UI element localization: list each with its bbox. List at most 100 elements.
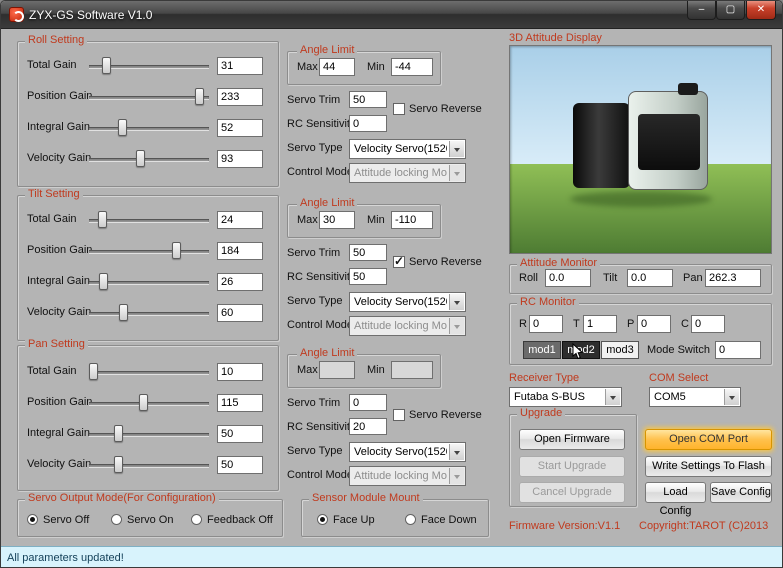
- com-select-combo[interactable]: COM5: [649, 387, 741, 407]
- roll-integral-gain-label: Integral Gain: [27, 121, 90, 133]
- write-settings-to-flash-button[interactable]: Write Settings To Flash: [645, 456, 772, 477]
- roll-integral-gain-slider[interactable]: [87, 119, 211, 137]
- servo-off-radio[interactable]: [27, 514, 38, 525]
- tilt-angle-max-field[interactable]: [319, 211, 355, 229]
- tilt-servo-trim-field[interactable]: [349, 244, 387, 261]
- pan-position-gain-value[interactable]: [217, 394, 263, 412]
- slider-track[interactable]: [89, 158, 209, 161]
- pan-servo-trim-field[interactable]: [349, 394, 387, 411]
- tilt-servo-reverse-checkbox[interactable]: [393, 256, 405, 268]
- face-up-radio[interactable]: [317, 514, 328, 525]
- roll-angle-min-field[interactable]: [391, 58, 433, 76]
- pan-position-gain-slider[interactable]: [87, 394, 211, 412]
- rc-monitor-title: RC Monitor: [517, 296, 579, 308]
- rc-channel-r-field: [529, 315, 563, 333]
- roll-servo-reverse-checkbox[interactable]: [393, 103, 405, 115]
- tilt-position-gain-slider[interactable]: [87, 242, 211, 260]
- open-firmware-button[interactable]: Open Firmware: [519, 429, 625, 450]
- close-button[interactable]: ✕: [746, 1, 776, 20]
- mod1-button[interactable]: mod1: [523, 341, 561, 359]
- roll-velocity-gain-slider[interactable]: [87, 150, 211, 168]
- slider-thumb[interactable]: [114, 456, 123, 473]
- slider-track[interactable]: [89, 433, 209, 436]
- roll-rc-sensitivity-field[interactable]: [349, 115, 387, 132]
- dropdown-arrow-icon[interactable]: [449, 294, 464, 310]
- slider-track[interactable]: [89, 250, 209, 253]
- load-config-button[interactable]: Load Config: [645, 482, 706, 503]
- pan-integral-gain-slider[interactable]: [87, 425, 211, 443]
- slider-track[interactable]: [89, 312, 209, 315]
- save-config-button[interactable]: Save Config: [710, 482, 772, 503]
- pan-integral-gain-value[interactable]: [217, 425, 263, 443]
- roll-velocity-gain-value[interactable]: [217, 150, 263, 168]
- roll-total-gain-value[interactable]: [217, 57, 263, 75]
- face-up-label: Face Up: [333, 514, 375, 526]
- start-upgrade-button: Start Upgrade: [519, 456, 625, 477]
- roll-angle-max-field[interactable]: [319, 58, 355, 76]
- pan-velocity-gain-value[interactable]: [217, 456, 263, 474]
- roll-integral-gain-value[interactable]: [217, 119, 263, 137]
- receiver-type-combo[interactable]: Futaba S-BUS: [509, 387, 622, 407]
- pan-total-gain-slider[interactable]: [87, 363, 211, 381]
- open-com-port-button[interactable]: Open COM Port: [645, 429, 772, 450]
- slider-thumb[interactable]: [136, 150, 145, 167]
- tilt-position-gain-value[interactable]: [217, 242, 263, 260]
- maximize-button[interactable]: ▢: [716, 1, 745, 20]
- slider-thumb[interactable]: [172, 242, 181, 259]
- slider-thumb[interactable]: [139, 394, 148, 411]
- pan-angle-min-field: [391, 361, 433, 379]
- roll-velocity-gain-label: Velocity Gain: [27, 152, 91, 164]
- tilt-servo-type-combo[interactable]: Velocity Servo(1520um): [349, 292, 466, 312]
- slider-thumb[interactable]: [114, 425, 123, 442]
- slider-thumb[interactable]: [102, 57, 111, 74]
- tilt-velocity-gain-value[interactable]: [217, 304, 263, 322]
- dropdown-arrow-icon[interactable]: [605, 389, 620, 405]
- feedback-off-radio[interactable]: [191, 514, 202, 525]
- tilt-total-gain-value[interactable]: [217, 211, 263, 229]
- servo-on-radio[interactable]: [111, 514, 122, 525]
- pan-servo-type-combo[interactable]: Velocity Servo(1520um): [349, 442, 466, 462]
- pan-velocity-gain-slider[interactable]: [87, 456, 211, 474]
- tilt-integral-gain-slider[interactable]: [87, 273, 211, 291]
- tilt-velocity-gain-label: Velocity Gain: [27, 306, 91, 318]
- slider-thumb[interactable]: [119, 304, 128, 321]
- pan-servo-reverse-checkbox[interactable]: [393, 409, 405, 421]
- pan-rc-sensitivity-field[interactable]: [349, 418, 387, 435]
- slider-track[interactable]: [89, 371, 209, 374]
- pan-servo-type-label: Servo Type: [287, 445, 342, 457]
- slider-track[interactable]: [89, 464, 209, 467]
- slider-thumb[interactable]: [118, 119, 127, 136]
- slider-thumb[interactable]: [98, 211, 107, 228]
- roll-total-gain-slider[interactable]: [87, 57, 211, 75]
- roll-position-gain-slider[interactable]: [87, 88, 211, 106]
- rc-channel-t-field: [583, 315, 617, 333]
- face-down-radio[interactable]: [405, 514, 416, 525]
- pan-integral-gain-label: Integral Gain: [27, 427, 90, 439]
- dropdown-arrow-icon[interactable]: [449, 444, 464, 460]
- slider-track[interactable]: [89, 127, 209, 130]
- slider-track[interactable]: [89, 402, 209, 405]
- pan-angle-min-label: Min: [367, 364, 385, 376]
- dropdown-arrow-icon[interactable]: [724, 389, 739, 405]
- roll-servo-type-label: Servo Type: [287, 142, 342, 154]
- tilt-velocity-gain-slider[interactable]: [87, 304, 211, 322]
- roll-servo-type-combo[interactable]: Velocity Servo(1520um): [349, 139, 466, 159]
- slider-thumb[interactable]: [195, 88, 204, 105]
- tilt-angle-min-field[interactable]: [391, 211, 433, 229]
- tilt-control-mode-label: Control Mode: [287, 319, 353, 331]
- mod3-button[interactable]: mod3: [601, 341, 639, 359]
- roll-rc-sensitivity-label: RC Sensitivity: [287, 118, 355, 130]
- slider-thumb[interactable]: [99, 273, 108, 290]
- dropdown-arrow-icon[interactable]: [449, 141, 464, 157]
- pan-total-gain-value[interactable]: [217, 363, 263, 381]
- combo-value: COM5: [654, 391, 722, 403]
- tilt-integral-gain-value[interactable]: [217, 273, 263, 291]
- slider-track[interactable]: [89, 96, 209, 99]
- minimize-button[interactable]: –: [687, 1, 716, 20]
- slider-thumb[interactable]: [89, 363, 98, 380]
- roll-position-gain-value[interactable]: [217, 88, 263, 106]
- roll-servo-trim-field[interactable]: [349, 91, 387, 108]
- tilt-rc-sensitivity-field[interactable]: [349, 268, 387, 285]
- tilt-total-gain-slider[interactable]: [87, 211, 211, 229]
- slider-track[interactable]: [89, 219, 209, 222]
